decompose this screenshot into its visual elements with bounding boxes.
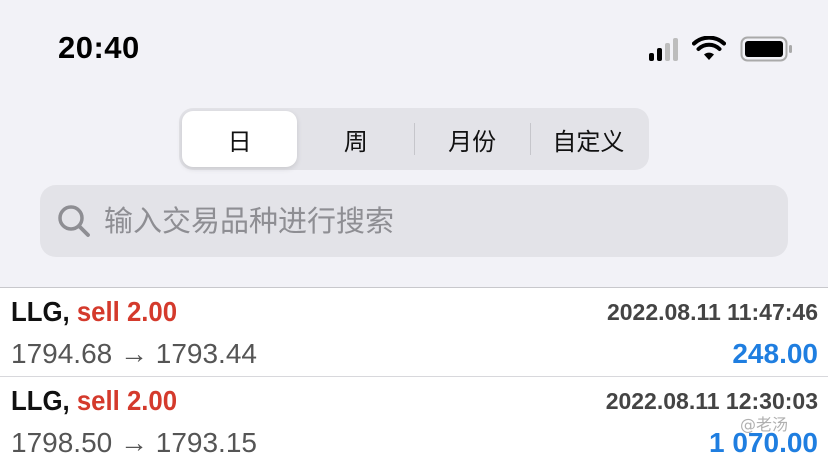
deal-row[interactable]: LLG, sell 2.00 2022.08.11 12:30:03 1798.… — [0, 377, 828, 457]
deal-prices: 1798.50 → 1793.15 — [11, 427, 257, 457]
tab-custom[interactable]: 自定义 — [531, 111, 646, 167]
deal-row[interactable]: LLG, sell 2.00 2022.08.11 11:47:46 1794.… — [0, 288, 828, 377]
search-input[interactable] — [104, 204, 744, 238]
search-icon — [58, 205, 90, 237]
tab-week[interactable]: 周 — [298, 111, 413, 167]
deal-time: 2022.08.11 11:47:46 — [606, 299, 818, 325]
battery-icon — [740, 36, 794, 62]
signal-icon — [649, 37, 678, 61]
period-segmented-control: 日 周 月份 自定义 — [179, 108, 649, 170]
deal-symbol: LLG, — [11, 296, 70, 327]
deal-symbol: LLG, — [11, 385, 70, 416]
deal-title: LLG, sell 2.00 — [11, 385, 177, 417]
status-icons — [649, 36, 794, 62]
deals-list: LLG, sell 2.00 2022.08.11 11:47:46 1794.… — [0, 287, 828, 457]
watermark: @老汤 — [739, 415, 788, 434]
deal-profit: 248.00 — [732, 338, 818, 369]
search-bar[interactable] — [40, 185, 788, 257]
status-time: 20:40 — [58, 30, 140, 65]
deal-prices: 1794.68 → 1793.44 — [11, 338, 257, 369]
tab-day[interactable]: 日 — [182, 111, 298, 167]
status-bar: 20:40 — [0, 0, 828, 96]
deal-title: LLG, sell 2.00 — [11, 296, 177, 328]
deal-action: sell 2.00 — [76, 385, 178, 416]
deal-action: sell 2.00 — [76, 296, 178, 327]
tab-month[interactable]: 月份 — [415, 111, 530, 167]
wifi-icon — [692, 36, 726, 62]
